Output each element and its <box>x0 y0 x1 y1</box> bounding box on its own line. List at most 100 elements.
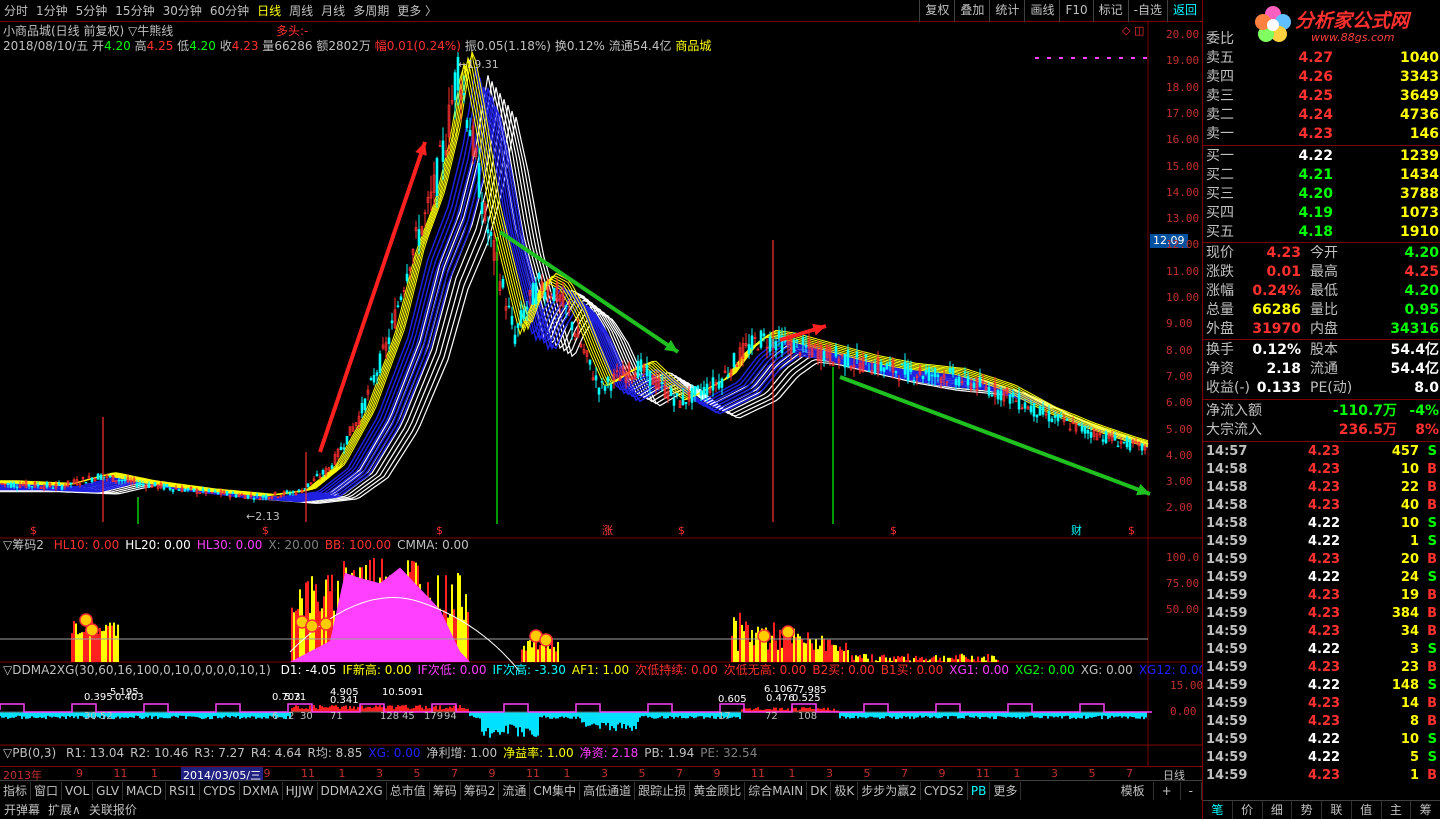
toolbar-action-button[interactable]: 返回 <box>1166 0 1202 22</box>
period-tab[interactable]: 更多 〉 <box>393 0 441 22</box>
indicator-tab[interactable]: 极K <box>831 781 859 800</box>
toolbar-action-button[interactable]: 画线 <box>1024 0 1059 22</box>
quote-panel-tab[interactable]: 笔 <box>1203 801 1233 819</box>
kline-chart-area[interactable]: $ $ $ $ $ $ 小商品城(日线 前复权) ▽牛熊线 多头:- 2018/08/10… <box>0 22 1206 766</box>
indicator-tab[interactable]: DXMA <box>240 781 283 800</box>
period-tab[interactable]: 多周期 <box>349 0 393 22</box>
indicator-tab[interactable]: 高低通道 <box>580 781 636 800</box>
chart-canvas[interactable]: $ $ $ $ $ $ <box>0 22 1202 766</box>
indicator-tab[interactable]: 筹码 <box>430 781 461 800</box>
tick-time: 14:59 <box>1206 678 1248 693</box>
indicator-tab[interactable]: 步步为赢2 <box>858 781 921 800</box>
indicator-tab[interactable]: CYDS <box>200 781 240 800</box>
quote-panel-tab[interactable]: 势 <box>1292 801 1322 819</box>
event-marker-icon[interactable]: $ <box>262 524 269 537</box>
bid-row[interactable]: 买二 4.21 1434 <box>1203 166 1440 185</box>
chip-signal-icon[interactable] <box>781 625 795 639</box>
indicator-tab[interactable]: 黄金顾比 <box>690 781 746 800</box>
period-tab[interactable]: 日线 <box>253 0 285 22</box>
candle-body <box>660 382 664 385</box>
quote-panel-tab[interactable]: 主 <box>1382 801 1412 819</box>
quote-panel-tab[interactable]: 价 <box>1233 801 1263 819</box>
panel4-name[interactable]: PB(0,3) <box>12 746 56 760</box>
logo-url[interactable]: www.88gs.com <box>1311 31 1394 44</box>
event-marker-icon[interactable]: $ <box>436 524 443 537</box>
status-button[interactable]: 扩展∧ <box>44 801 85 818</box>
ask-row[interactable]: 卖三 4.25 3649 <box>1203 87 1440 106</box>
panel3-toggle-icon[interactable]: ▽ <box>3 663 12 677</box>
indicator-tab[interactable]: 总市值 <box>387 781 430 800</box>
panel2-toggle-icon[interactable]: ▽ <box>3 538 12 552</box>
ask-row[interactable]: 卖五 4.27 1040 <box>1203 49 1440 68</box>
panel4-toggle-icon[interactable]: ▽ <box>3 746 12 760</box>
bid-row[interactable]: 买五 4.18 1910 <box>1203 223 1440 242</box>
indicator-tab[interactable]: PB <box>968 781 991 800</box>
bid-row[interactable]: 买四 4.19 1073 <box>1203 204 1440 223</box>
event-marker-icon[interactable]: $ <box>890 524 897 537</box>
indicator-tab[interactable]: VOL <box>62 781 94 800</box>
ask-row[interactable]: 卖二 4.24 4736 <box>1203 106 1440 125</box>
indicator-tab[interactable]: GLV <box>93 781 124 800</box>
event-marker-icon[interactable]: $ <box>678 524 685 537</box>
period-tab[interactable]: 分时 <box>0 0 32 22</box>
chip-signal-icon[interactable] <box>319 617 333 631</box>
toolbar-action-button[interactable]: -自选 <box>1127 0 1167 22</box>
ask-row[interactable]: 卖一 4.23 146 <box>1203 125 1440 144</box>
period-tab[interactable]: 30分钟 <box>159 0 206 22</box>
toolbar-action-button[interactable]: 统计 <box>989 0 1024 22</box>
chip-signal-icon[interactable] <box>539 633 553 647</box>
candlesticks[interactable] <box>0 52 1147 503</box>
candle-body <box>213 490 217 493</box>
quote-panel-tab[interactable]: 值 <box>1352 801 1382 819</box>
period-tab[interactable]: 1分钟 <box>32 0 72 22</box>
toolbar-action-button[interactable]: F10 <box>1059 0 1092 22</box>
panel3-name[interactable]: DDMA2XG(30,60,16,100,0,10,0,0,0,0,10,1) <box>12 663 271 677</box>
period-tab[interactable]: 5分钟 <box>72 0 112 22</box>
indicator-tab[interactable]: 流通 <box>499 781 531 800</box>
tabbar-right-button[interactable]: + <box>1154 781 1181 800</box>
tick-volume: 148 <box>1391 678 1419 693</box>
bid-row[interactable]: 买一 4.22 1239 <box>1203 147 1440 166</box>
toolbar-action-button[interactable]: 标记 <box>1092 0 1128 22</box>
indicator-tab[interactable]: CYDS2 <box>921 781 968 800</box>
indicator-tab[interactable]: 综合MAIN <box>745 781 808 800</box>
indicator-tab[interactable]: RSI1 <box>166 781 201 800</box>
event-marker-icon[interactable]: $ <box>30 524 37 537</box>
period-tab[interactable]: 15分钟 <box>111 0 158 22</box>
chart-corner-icons[interactable]: ◇ ◫ <box>1122 24 1144 38</box>
quote-panel-tab[interactable]: 筹 <box>1411 801 1440 819</box>
indicator-tab[interactable]: 更多 <box>990 781 1022 800</box>
tabbar-right-button[interactable]: 模板 <box>1113 781 1154 800</box>
chip-signal-icon[interactable] <box>85 623 99 637</box>
event-marker-icon[interactable]: $ <box>1128 524 1135 537</box>
indicator-tab[interactable]: CM集中 <box>530 781 581 800</box>
panel2-name[interactable]: 筹码2 <box>12 538 44 552</box>
ask-row[interactable]: 卖四 4.26 3343 <box>1203 68 1440 87</box>
toolbar-action-button[interactable]: 叠加 <box>954 0 989 22</box>
candle-body <box>207 488 211 492</box>
indicator-tab[interactable]: DK <box>807 781 832 800</box>
indicator-tab[interactable]: 跟踪止损 <box>635 781 691 800</box>
quote-panel-tab[interactable]: 细 <box>1263 801 1293 819</box>
period-tab[interactable]: 周线 <box>285 0 317 22</box>
period-tab[interactable]: 月线 <box>317 0 349 22</box>
indicator-tab[interactable]: DDMA2XG <box>318 781 387 800</box>
candle-body <box>966 376 970 386</box>
status-button[interactable]: 开弹幕 <box>0 801 44 818</box>
candle-body <box>360 403 364 414</box>
bid-row[interactable]: 买三 4.20 3788 <box>1203 185 1440 204</box>
chip-signal-icon[interactable] <box>305 619 319 633</box>
indicator-toggle-icon[interactable]: ▽ <box>128 24 137 38</box>
status-button[interactable]: 关联报价 <box>85 801 141 818</box>
indicator-tab[interactable]: 窗口 <box>31 781 63 800</box>
indicator-tab[interactable]: HJJW <box>283 781 318 800</box>
toolbar-action-button[interactable]: 复权 <box>919 0 954 22</box>
chip-signal-icon[interactable] <box>757 629 771 643</box>
indicator-name[interactable]: 牛熊线 <box>137 24 173 38</box>
quote-panel-tab[interactable]: 联 <box>1322 801 1352 819</box>
indicator-tab[interactable]: 筹码2 <box>461 781 500 800</box>
indicator-tab[interactable]: 指标 <box>0 781 32 800</box>
tabbar-right-button[interactable]: - <box>1181 781 1202 800</box>
indicator-tab[interactable]: MACD <box>123 781 167 800</box>
period-tab[interactable]: 60分钟 <box>206 0 253 22</box>
